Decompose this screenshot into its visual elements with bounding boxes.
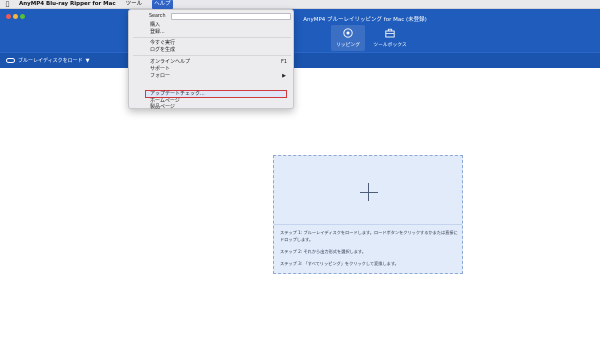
plus-icon xyxy=(360,192,378,193)
menu-bar:  AnyMP4 Blu-ray Ripper for Mac ツール ヘルプ xyxy=(0,0,600,9)
menu-separator xyxy=(133,55,291,56)
rip-tab-button[interactable]: リッピング xyxy=(331,25,365,51)
menu-item-follow[interactable]: フォロー ▶ xyxy=(150,73,291,79)
load-bluray-label: ブルーレイディスクをロード xyxy=(18,58,83,64)
menu-item-register[interactable]: 登録... xyxy=(150,29,165,35)
window-title: AnyMP4 ブルーレイリッピング for Mac (未登録) xyxy=(303,17,427,23)
toolbox-tab-button[interactable]: ツールボックス xyxy=(370,25,410,51)
step-1-text: ステップ 1: ブルーレイディスクをロードします。ロードボタンをクリックするかま… xyxy=(280,230,458,242)
menu-help[interactable]: ヘルプ xyxy=(152,0,173,9)
apple-icon[interactable]:  xyxy=(4,1,11,8)
menu-item-run-now[interactable]: 今すぐ実行 xyxy=(150,40,175,46)
bluray-disc-icon xyxy=(6,58,15,63)
menu-item-purchase[interactable]: 購入 xyxy=(150,22,160,28)
main-toolbar: リッピング ツールボックス xyxy=(0,25,600,52)
menu-tools[interactable]: ツール xyxy=(124,0,145,9)
menu-search-row: Search xyxy=(133,12,291,20)
add-file-area[interactable] xyxy=(274,156,462,225)
title-bar: AnyMP4 ブルーレイリッピング for Mac (未登録) xyxy=(0,9,600,32)
menu-search-label: Search xyxy=(149,13,166,19)
follow-label: フォロー xyxy=(150,73,171,79)
chevron-down-icon[interactable]: ▼ xyxy=(86,58,90,64)
step-2-text: ステップ 2: それから出力形式を選択します。 xyxy=(280,249,366,254)
action-bar: ブルーレイディスクをロード ▼ xyxy=(0,52,600,68)
help-menu-dropdown: Search 購入 登録... 今すぐ実行 ログを生成 オンラインヘルプ F1 … xyxy=(128,9,294,110)
online-help-shortcut: F1 xyxy=(280,59,287,65)
disc-icon xyxy=(343,28,353,38)
menu-item-support[interactable]: サポート xyxy=(150,66,170,72)
menu-item-product-page[interactable]: 製品ページ xyxy=(150,104,175,110)
chevron-right-icon: ▶ xyxy=(282,73,286,79)
online-help-label: オンラインヘルプ xyxy=(150,59,191,65)
menu-item-create-log[interactable]: ログを生成 xyxy=(150,47,175,53)
drop-zone[interactable]: ステップ 1: ブルーレイディスクをロードします。ロードボタンをクリックするかま… xyxy=(273,155,463,274)
menu-item-update-check[interactable]: アップデートチェック... xyxy=(150,91,205,97)
menu-separator xyxy=(133,37,291,38)
instruction-steps: ステップ 1: ブルーレイディスクをロードします。ロードボタンをクリックするかま… xyxy=(280,229,458,272)
plus-icon-vertical xyxy=(368,183,369,201)
menu-search-input[interactable] xyxy=(171,12,291,20)
load-bluray-button[interactable]: ブルーレイディスクをロード ▼ xyxy=(6,57,90,64)
toolbox-icon xyxy=(385,28,395,38)
toolbox-tab-label: ツールボックス xyxy=(373,43,407,48)
menu-item-online-help[interactable]: オンラインヘルプ F1 xyxy=(150,59,291,65)
rip-tab-label: リッピング xyxy=(336,43,360,48)
app-menu[interactable]: AnyMP4 Blu-ray Ripper for Mac xyxy=(19,1,116,7)
step-3-text: ステップ 3: 「すべてリッピング」をクリックして変換します。 xyxy=(280,261,399,266)
